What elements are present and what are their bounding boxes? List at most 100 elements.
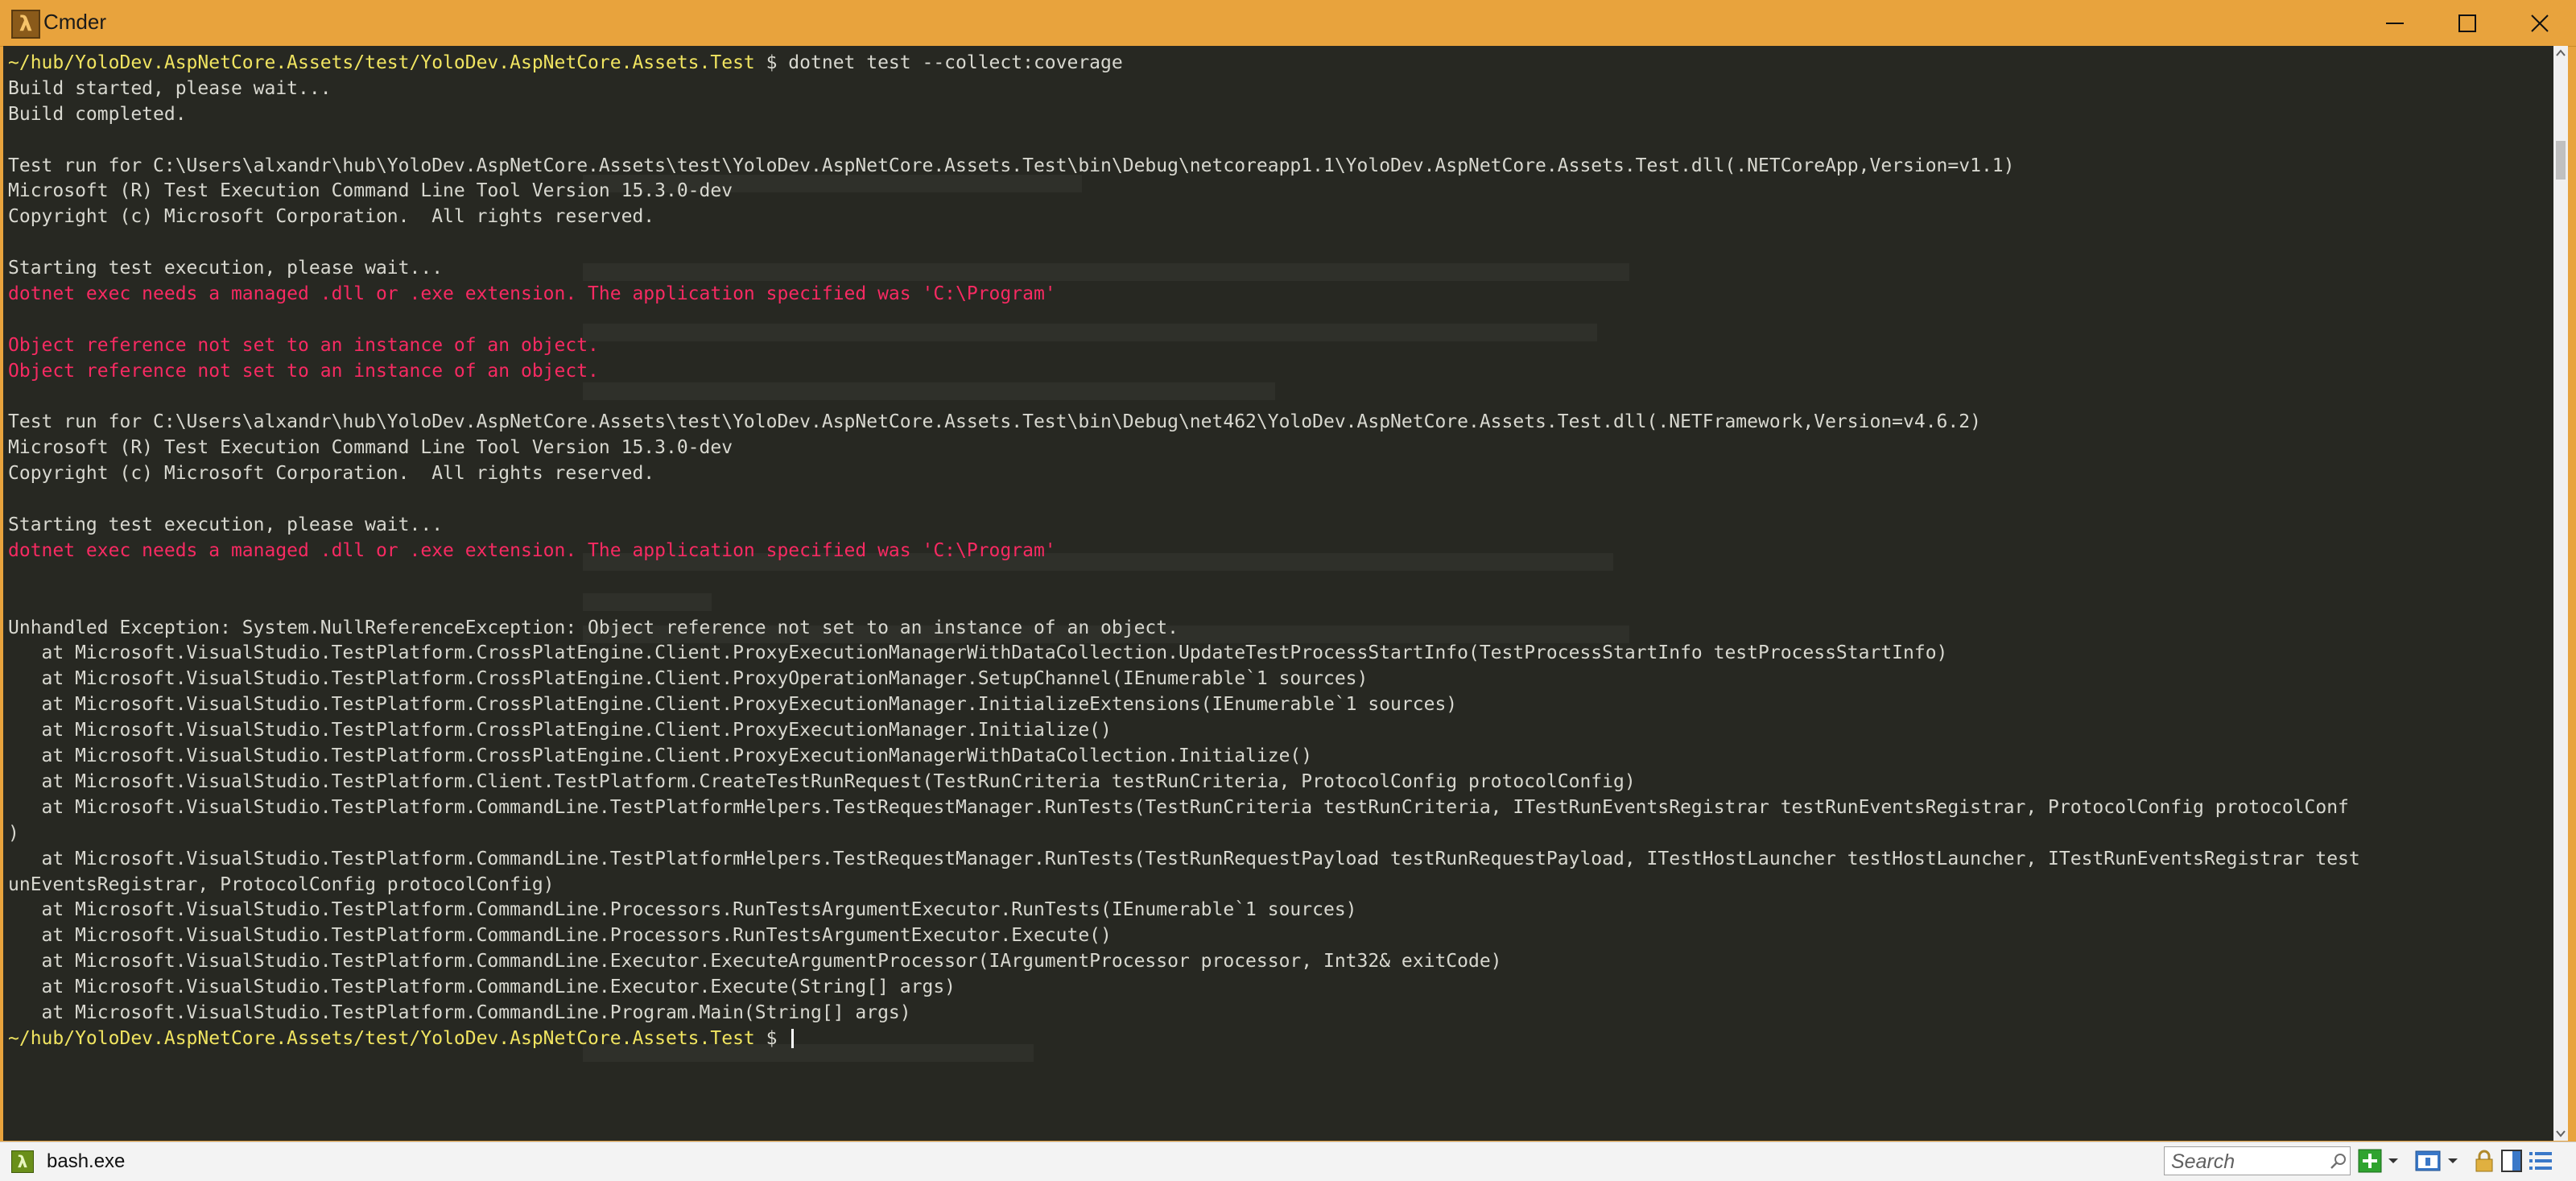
prompt-path: ~/hub/YoloDev.AspNetCore.Assets/test/Yol…	[8, 1027, 755, 1049]
console-text: Microsoft (R) Test Execution Command Lin…	[8, 437, 733, 459]
console-line: Object reference not set to an instance …	[8, 333, 2360, 359]
console-line: Object reference not set to an instance …	[8, 359, 2360, 385]
window-title: Cmder	[43, 10, 107, 34]
console-text: at Microsoft.VisualStudio.TestPlatform.C…	[8, 1001, 911, 1023]
minimize-icon	[2386, 22, 2404, 24]
new-console-button[interactable]	[2357, 1146, 2383, 1175]
chevron-up-icon	[2556, 49, 2566, 56]
console-output[interactable]: ~/hub/YoloDev.AspNetCore.Assets/test/Yol…	[3, 46, 2566, 1141]
console-line: Starting test execution, please wait...	[8, 513, 2360, 539]
console-line: Test run for C:\Users\alxandr\hub\YoloDe…	[8, 154, 2360, 180]
console-line: Starting test execution, please wait...	[8, 256, 2360, 282]
console-text: at Microsoft.VisualStudio.TestPlatform.C…	[8, 642, 1948, 664]
search-input[interactable]	[2169, 1149, 2318, 1175]
console-line: Unhandled Exception: System.NullReferenc…	[8, 616, 2360, 642]
console-line: ~/hub/YoloDev.AspNetCore.Assets/test/Yol…	[8, 51, 2360, 76]
status-bar: λ bash.exe	[0, 1142, 2576, 1181]
console-line: at Microsoft.VisualStudio.TestPlatform.C…	[8, 795, 2360, 821]
console-text: at Microsoft.VisualStudio.TestPlatform.C…	[8, 720, 1112, 741]
console-text: Build started, please wait...	[8, 77, 332, 99]
error-text: Object reference not set to an instance …	[8, 360, 599, 382]
hamburger-menu-icon	[2529, 1152, 2552, 1170]
console-line: at Microsoft.VisualStudio.TestPlatform.C…	[8, 975, 2360, 1001]
tabs-icon	[2415, 1150, 2441, 1171]
search-box[interactable]	[2164, 1146, 2351, 1175]
title-bar[interactable]: λ Cmder	[0, 0, 2576, 47]
scroll-down-button[interactable]	[2553, 1126, 2568, 1141]
lambda-icon: λ	[11, 1150, 34, 1173]
console-text: Build completed.	[8, 103, 187, 125]
new-console-dropdown[interactable]	[2384, 1146, 2402, 1175]
console-line: at Microsoft.VisualStudio.TestPlatform.C…	[8, 1001, 2360, 1026]
console-text: Microsoft (R) Test Execution Command Lin…	[8, 180, 733, 202]
scrollbar-thumb[interactable]	[2556, 141, 2566, 180]
lock-button[interactable]	[2471, 1146, 2497, 1175]
console-text: at Microsoft.VisualStudio.TestPlatform.C…	[8, 745, 1313, 767]
console-line: )	[8, 821, 2360, 847]
console-line: unEventsRegistrar, ProtocolConfig protoc…	[8, 873, 2360, 898]
console-line: Build started, please wait...	[8, 76, 2360, 102]
console-line: at Microsoft.VisualStudio.TestPlatform.C…	[8, 641, 2360, 667]
scroll-up-button[interactable]	[2553, 46, 2568, 60]
console-lines: ~/hub/YoloDev.AspNetCore.Assets/test/Yol…	[8, 51, 2360, 1052]
cmder-lambda-icon[interactable]: λ	[11, 10, 40, 39]
console-line: at Microsoft.VisualStudio.TestPlatform.C…	[8, 718, 2360, 744]
console-line: at Microsoft.VisualStudio.TestPlatform.C…	[8, 692, 2360, 718]
console-line: Copyright (c) Microsoft Corporation. All…	[8, 204, 2360, 230]
console-line: at Microsoft.VisualStudio.TestPlatform.C…	[8, 949, 2360, 975]
console-text: at Microsoft.VisualStudio.TestPlatform.C…	[8, 977, 956, 998]
console-text: Test run for C:\Users\alxandr\hub\YoloDe…	[8, 411, 1981, 433]
split-view-button[interactable]	[2499, 1146, 2524, 1175]
console-text: $ dotnet test --collect:coverage	[754, 52, 1123, 73]
console-text: Copyright (c) Microsoft Corporation. All…	[8, 206, 655, 228]
console-text: Starting test execution, please wait...	[8, 514, 444, 536]
console-line: at Microsoft.VisualStudio.TestPlatform.C…	[8, 667, 2360, 692]
chevron-down-icon	[2556, 1130, 2566, 1138]
chevron-down-icon	[2448, 1158, 2458, 1163]
console-text: Unhandled Exception: System.NullReferenc…	[8, 617, 1179, 638]
console-text: at Microsoft.VisualStudio.TestPlatform.C…	[8, 694, 1458, 716]
console-text: at Microsoft.VisualStudio.TestPlatform.C…	[8, 848, 2360, 869]
console-text: Test run for C:\Users\alxandr\hub\YoloDe…	[8, 155, 2015, 176]
minimize-button[interactable]	[2359, 0, 2431, 46]
tabs-dropdown[interactable]	[2444, 1146, 2462, 1175]
console-line: at Microsoft.VisualStudio.TestPlatform.C…	[8, 898, 2360, 923]
console-line: at Microsoft.VisualStudio.TestPlatform.C…	[8, 847, 2360, 873]
console-tab-bash[interactable]: λ bash.exe	[11, 1147, 125, 1176]
console-line: Microsoft (R) Test Execution Command Lin…	[8, 436, 2360, 461]
maximize-button[interactable]	[2431, 0, 2504, 46]
menu-button[interactable]	[2526, 1146, 2555, 1175]
console-line: Microsoft (R) Test Execution Command Lin…	[8, 179, 2360, 204]
text-cursor	[791, 1029, 795, 1049]
tabs-button[interactable]	[2413, 1146, 2442, 1175]
split-icon	[2501, 1150, 2522, 1172]
console-text: at Microsoft.VisualStudio.TestPlatform.C…	[8, 668, 1368, 690]
console-text: at Microsoft.VisualStudio.TestPlatform.C…	[8, 925, 1112, 947]
console-line: Copyright (c) Microsoft Corporation. All…	[8, 461, 2360, 487]
console-text: Starting test execution, please wait...	[8, 258, 444, 279]
console-line: at Microsoft.VisualStudio.TestPlatform.C…	[8, 744, 2360, 770]
vertical-scrollbar[interactable]	[2553, 46, 2568, 1141]
chevron-down-icon	[2388, 1158, 2398, 1163]
console-line: at Microsoft.VisualStudio.TestPlatform.C…	[8, 923, 2360, 949]
console-text: at Microsoft.VisualStudio.TestPlatform.C…	[8, 796, 2349, 818]
close-icon	[2531, 14, 2549, 32]
console-line: ~/hub/YoloDev.AspNetCore.Assets/test/Yol…	[8, 1026, 2360, 1052]
console-line: dotnet exec needs a managed .dll or .exe…	[8, 539, 2360, 564]
plus-icon	[2358, 1149, 2382, 1173]
lock-icon	[2475, 1150, 2493, 1172]
maximize-icon	[2458, 14, 2476, 32]
error-text: Object reference not set to an instance …	[8, 334, 599, 356]
error-text: dotnet exec needs a managed .dll or .exe…	[8, 283, 1056, 305]
prompt-path: ~/hub/YoloDev.AspNetCore.Assets/test/Yol…	[8, 52, 755, 73]
console-text: )	[8, 822, 19, 844]
close-button[interactable]	[2504, 0, 2576, 46]
search-icon[interactable]	[2329, 1152, 2348, 1171]
